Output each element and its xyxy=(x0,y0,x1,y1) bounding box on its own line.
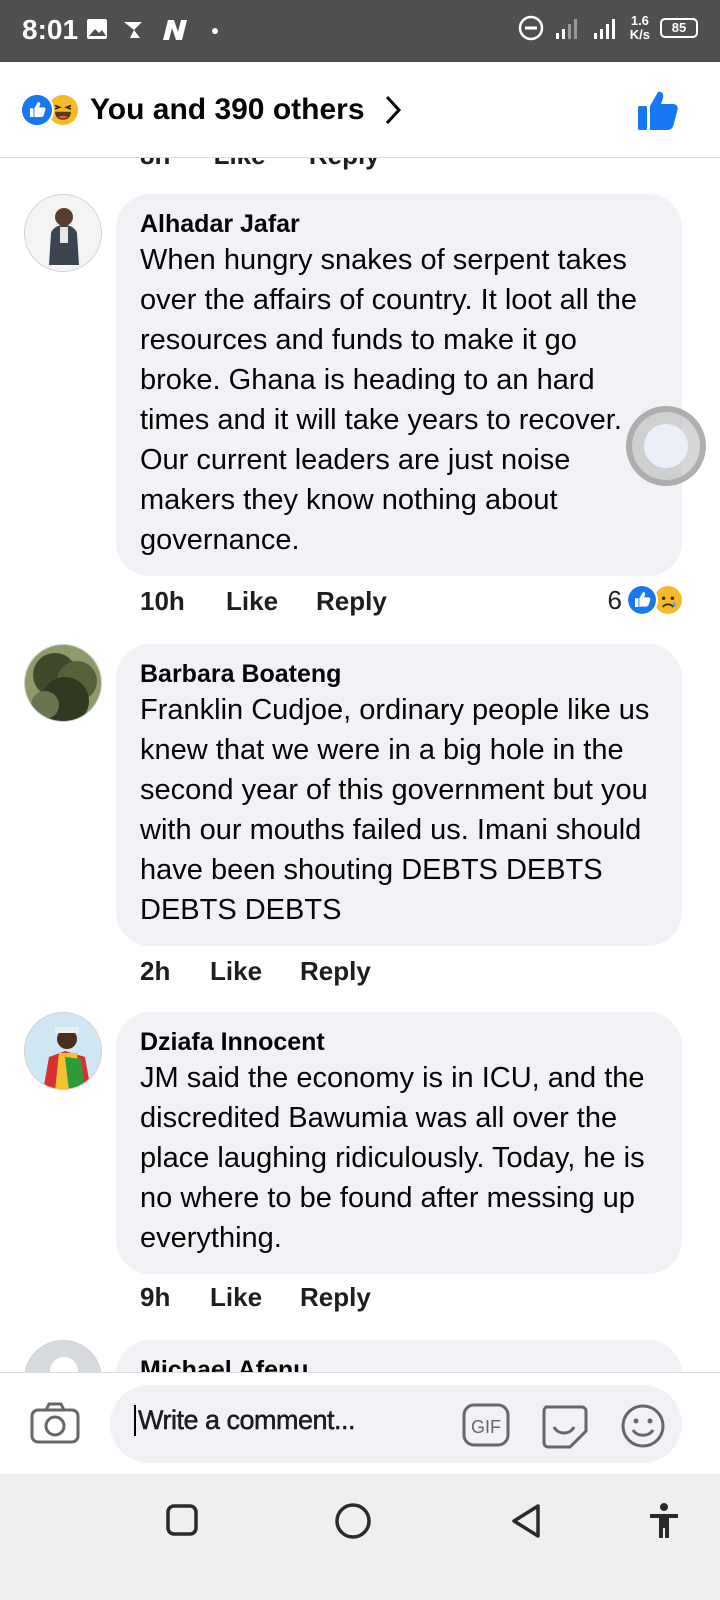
reaction-count-number: 6 xyxy=(607,584,622,615)
avatar-image xyxy=(25,1013,101,1089)
comment-composer: Write a comment... GIF xyxy=(0,1372,720,1474)
previous-comment-actions: 8h Like Reply xyxy=(140,158,416,171)
network-speed-unit: K/s xyxy=(629,27,650,42)
avatar[interactable] xyxy=(24,1012,102,1090)
comment-actions: 9h Like Reply xyxy=(140,1282,371,1313)
emoji-icon[interactable] xyxy=(620,1403,666,1449)
previous-comment-time: 8h xyxy=(140,158,170,170)
camera-icon[interactable] xyxy=(30,1401,80,1445)
comment-actions: 2h Like Reply xyxy=(140,956,371,987)
comment-bubble[interactable]: Barbara Boateng Franklin Cudjoe, ordinar… xyxy=(116,644,682,946)
comment-like-link[interactable]: Like xyxy=(226,586,316,617)
comment-like-link[interactable]: Like xyxy=(210,956,300,987)
comment-bubble[interactable]: Alhadar Jafar When hungry snakes of serp… xyxy=(116,194,682,576)
network-speed: 1.6 K/s xyxy=(630,14,650,42)
home-icon[interactable] xyxy=(334,1502,372,1540)
thumbs-up-icon[interactable] xyxy=(636,88,680,132)
more-notifications-dot xyxy=(212,28,218,34)
sticker-icon[interactable] xyxy=(540,1403,588,1449)
comment-text: When hungry snakes of serpent takes over… xyxy=(140,244,638,556)
comment-bubble[interactable]: Michael Afenu xyxy=(116,1340,682,1374)
app-notification-icon xyxy=(124,22,142,38)
comment-like-link[interactable]: Like xyxy=(210,1282,300,1313)
touch-indicator xyxy=(626,406,706,486)
status-bar: 8:01 1.6 K/s 85 xyxy=(0,0,720,62)
comment-author[interactable]: Michael Afenu xyxy=(140,1354,658,1374)
reaction-summary-link[interactable]: You and 390 others xyxy=(20,88,403,132)
status-right-group: 1.6 K/s 85 xyxy=(518,14,698,42)
comment-time: 2h xyxy=(140,956,171,986)
comment-reply-link[interactable]: Reply xyxy=(300,1282,371,1313)
signal-sim2-icon xyxy=(593,19,615,39)
comment-text: JM said the economy is in ICU, and the d… xyxy=(140,1062,645,1254)
like-reaction-icon xyxy=(626,584,658,616)
recent-apps-icon[interactable] xyxy=(164,1502,200,1538)
reactions-header: You and 390 others xyxy=(0,62,720,158)
comment-input-placeholder[interactable]: Write a comment... xyxy=(134,1405,356,1436)
previous-comment-reply-link[interactable]: Reply xyxy=(309,158,380,170)
status-time: 8:01 xyxy=(22,14,79,45)
comment-reply-link[interactable]: Reply xyxy=(316,586,387,617)
comments-sheet: You and 390 others 8h Like Reply xyxy=(0,62,720,1600)
system-nav-bar xyxy=(0,1474,720,1600)
comment-time: 10h xyxy=(140,586,185,616)
back-icon[interactable] xyxy=(508,1502,544,1540)
news-notification-icon xyxy=(163,20,187,40)
previous-comment-like-link[interactable]: Like xyxy=(214,158,266,170)
comment-reaction-count[interactable]: 6 xyxy=(608,584,684,616)
network-speed-value: 1.6 xyxy=(630,13,649,28)
gallery-notification-icon xyxy=(87,19,107,39)
battery-indicator: 85 xyxy=(660,18,698,38)
default-avatar-icon xyxy=(25,1341,101,1374)
comment-author[interactable]: Alhadar Jafar xyxy=(140,208,658,240)
signal-sim1-icon xyxy=(555,19,577,39)
comment-time: 9h xyxy=(140,1282,171,1312)
avatar[interactable] xyxy=(24,194,102,272)
comment-reply-link[interactable]: Reply xyxy=(300,956,371,987)
avatar[interactable] xyxy=(24,1340,102,1374)
accessibility-icon[interactable] xyxy=(648,1502,680,1540)
comment-author[interactable]: Barbara Boateng xyxy=(140,658,658,690)
comment-bubble[interactable]: Dziafa Innocent JM said the economy is i… xyxy=(116,1012,682,1274)
comments-list: 8h Like Reply Alhadar Jafar When hungry … xyxy=(0,158,720,1374)
reaction-summary-text: You and 390 others xyxy=(90,93,365,126)
comment-actions: 10h Like Reply xyxy=(140,586,387,617)
avatar-image xyxy=(25,645,101,721)
comment-author[interactable]: Dziafa Innocent xyxy=(140,1026,658,1058)
svg-text:GIF: GIF xyxy=(471,1417,501,1437)
like-reaction-icon xyxy=(20,93,54,127)
avatar-image xyxy=(25,195,101,271)
chevron-right-icon xyxy=(385,95,401,125)
gif-icon[interactable]: GIF xyxy=(462,1403,510,1447)
dnd-icon xyxy=(518,15,544,41)
avatar[interactable] xyxy=(24,644,102,722)
comment-text: Franklin Cudjoe, ordinary people like us… xyxy=(140,694,650,926)
